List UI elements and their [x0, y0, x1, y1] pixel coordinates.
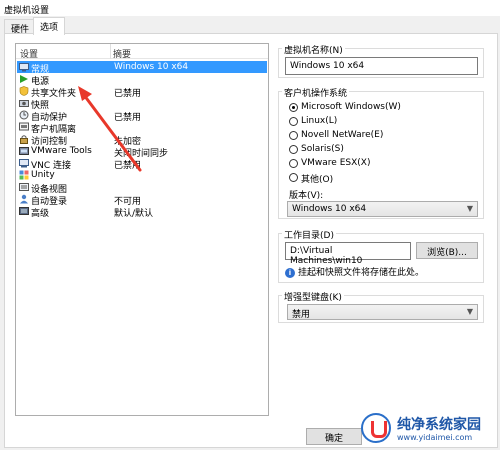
version-label: 版本(V): [289, 191, 324, 201]
list-item-vmware-tools[interactable]: VMware Tools 关闭时间同步 [17, 145, 267, 159]
chevron-down-icon: ▼ [466, 204, 473, 213]
vm-name-label: 虚拟机名称(N) [282, 43, 345, 56]
guest-os-label: 客户机操作系统 [282, 86, 350, 99]
radio-dot[interactable] [289, 173, 298, 182]
vm-name-group: 虚拟机名称(N) Windows 10 x64 [278, 43, 484, 78]
column-header-setting[interactable]: 设置 [20, 47, 38, 60]
watermark-logo-icon [361, 413, 391, 443]
column-divider[interactable] [110, 44, 111, 59]
radio-dot[interactable] [289, 103, 298, 112]
keyboard-group: 增强型键盘(K) 禁用 ▼ [278, 290, 484, 323]
workdir-info: i 挂起和快照文件将存储在此处。 [285, 265, 424, 278]
keyboard-select[interactable]: 禁用 ▼ [287, 304, 478, 320]
settings-list: 设置 摘要 常规 Windows 10 x64 电源 共享文件夹 已禁用 快照 … [15, 43, 269, 416]
list-item-value: 默认/默认 [114, 209, 154, 219]
version-select[interactable]: Windows 10 x64 ▼ [287, 201, 478, 217]
autologin-icon [20, 194, 28, 204]
workdir-label: 工作目录(D) [282, 228, 336, 241]
options-panel: 设置 摘要 常规 Windows 10 x64 电源 共享文件夹 已禁用 快照 … [4, 33, 498, 448]
radio-label: VMware ESX(X) [301, 158, 371, 168]
workdir-group: 工作目录(D) D:\Virtual Machines\win10 浏览(B).… [278, 228, 484, 283]
list-header: 设置 摘要 [16, 44, 268, 60]
tab-bar: 硬件 选项 [0, 16, 500, 35]
keyboard-label: 增强型键盘(K) [282, 290, 344, 303]
list-item-general[interactable]: 常规 Windows 10 x64 [17, 61, 267, 75]
list-item-snapshots[interactable]: 快照 [17, 97, 267, 111]
list-item-value: Windows 10 x64 [114, 62, 189, 72]
ok-button[interactable]: 确定 [306, 428, 362, 445]
advanced-icon [19, 207, 29, 215]
column-header-summary[interactable]: 摘要 [113, 47, 131, 60]
watermark-title: 纯净系统家园 [397, 417, 481, 433]
watermark: 纯净系统家园 www.yidaimei.com [361, 411, 495, 447]
radio-dot[interactable] [289, 117, 298, 126]
guest-os-group: 客户机操作系统 Microsoft Windows(W) Linux(L) No… [278, 86, 484, 219]
radio-label: Microsoft Windows(W) [301, 102, 401, 112]
chevron-down-icon: ▼ [466, 307, 473, 316]
radio-label: 其他(O) [301, 175, 334, 185]
list-item-label: 高级 [31, 209, 50, 219]
window-title: 虚拟机设置 [0, 0, 500, 16]
list-item-power[interactable]: 电源 [17, 73, 267, 87]
list-item-label: VMware Tools [31, 146, 92, 156]
tab-options[interactable]: 选项 [33, 17, 66, 35]
workdir-input[interactable]: D:\Virtual Machines\win10 [285, 242, 411, 266]
keyboard-select-value: 禁用 [292, 310, 311, 320]
workdir-info-text: 挂起和快照文件将存储在此处。 [298, 268, 425, 278]
list-item-shared-folders[interactable]: 共享文件夹 已禁用 [17, 85, 267, 99]
list-item-isolation[interactable]: 客户机隔离 [17, 121, 267, 135]
power-icon [20, 75, 28, 83]
info-icon: i [285, 268, 295, 278]
radio-label: Solaris(S) [301, 144, 344, 154]
list-item-autoprotect[interactable]: 自动保护 已禁用 [17, 109, 267, 123]
version-select-value: Windows 10 x64 [292, 204, 367, 214]
list-item-autologin[interactable]: 自动登录 不可用 [17, 193, 267, 207]
autoprotect-icon [19, 110, 29, 120]
shared-folder-icon [19, 86, 29, 96]
list-item-device-view[interactable]: 设备视图 [17, 181, 267, 195]
watermark-url: www.yidaimei.com [397, 433, 473, 442]
radio-label: Novell NetWare(E) [301, 130, 384, 140]
list-item-access-control[interactable]: 访问控制 未加密 [17, 133, 267, 147]
vmware-tools-icon [19, 147, 29, 155]
device-view-icon [19, 183, 29, 191]
radio-label: Linux(L) [301, 116, 338, 126]
unity-icon [19, 170, 29, 180]
general-icon [19, 63, 29, 72]
browse-button[interactable]: 浏览(B)... [416, 242, 478, 259]
list-item-advanced[interactable]: 高级 默认/默认 [17, 205, 267, 219]
radio-dot[interactable] [289, 159, 298, 168]
access-control-icon [20, 135, 28, 144]
list-item-vnc[interactable]: VNC 连接 已禁用 [17, 157, 267, 171]
vnc-icon [19, 159, 29, 168]
list-item-label: Unity [31, 170, 55, 180]
tab-hardware[interactable]: 硬件 [4, 19, 37, 35]
radio-dot[interactable] [289, 145, 298, 154]
isolation-icon [19, 122, 29, 131]
radio-dot[interactable] [289, 131, 298, 140]
list-item-unity[interactable]: Unity [17, 169, 267, 181]
snapshot-icon [19, 100, 29, 107]
vm-name-input[interactable]: Windows 10 x64 [285, 57, 478, 75]
